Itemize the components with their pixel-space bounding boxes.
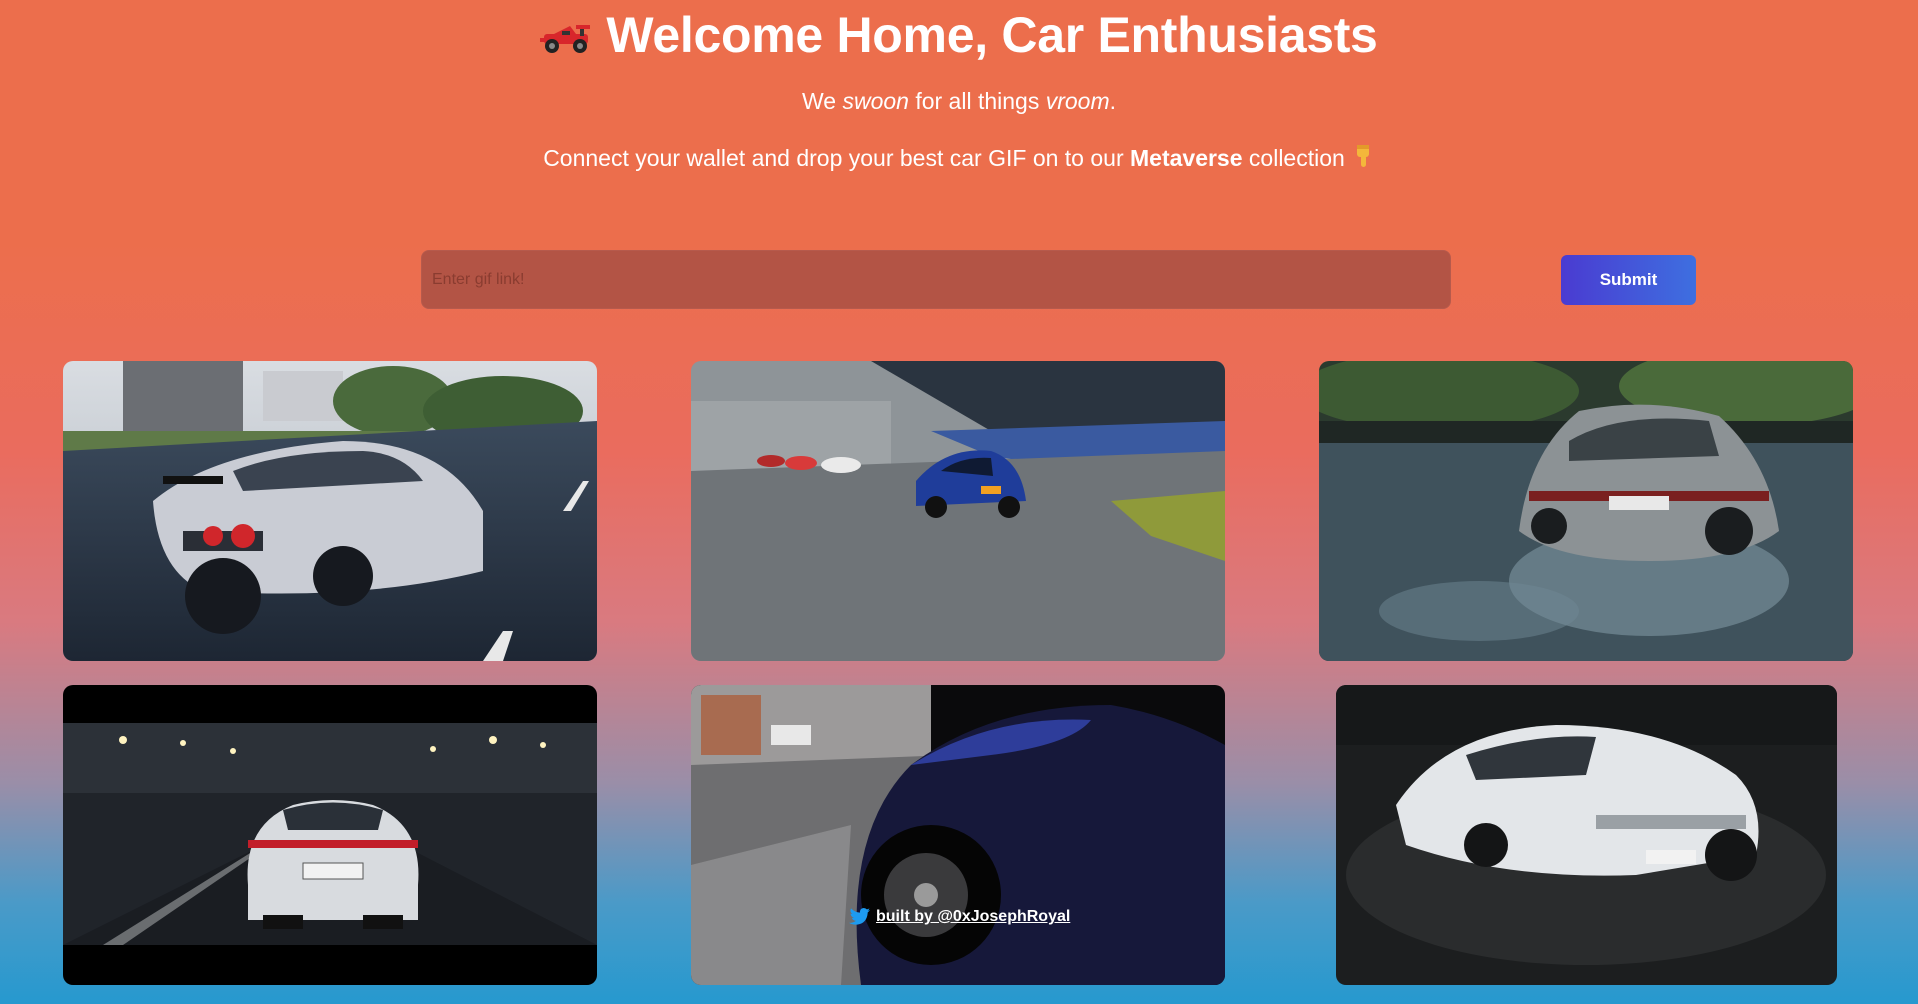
car-gif-image bbox=[1336, 685, 1837, 985]
submit-button[interactable]: Submit bbox=[1561, 255, 1696, 305]
gif-link-input[interactable] bbox=[421, 250, 1451, 309]
gif-tile-3 bbox=[1319, 361, 1853, 661]
gif-submit-form: Submit bbox=[421, 250, 1696, 311]
race-car-icon bbox=[540, 24, 591, 53]
tagline-vroom: vroom bbox=[1045, 88, 1110, 114]
page-title: Welcome Home, Car Enthusiasts bbox=[0, 8, 1918, 63]
gif-tile-2 bbox=[691, 361, 1225, 661]
twitter-icon bbox=[848, 908, 870, 925]
metaverse-label: Metaverse bbox=[1130, 145, 1243, 171]
description: Connect your wallet and drop your best c… bbox=[0, 143, 1918, 173]
car-gif-image bbox=[63, 685, 597, 985]
car-gif-image bbox=[691, 361, 1225, 661]
tagline-swoon: swoon bbox=[842, 88, 909, 114]
gif-tile-4 bbox=[63, 685, 597, 985]
car-gif-image bbox=[63, 361, 597, 661]
title-text: Welcome Home, Car Enthusiasts bbox=[606, 7, 1378, 63]
gif-tile-6 bbox=[1336, 685, 1837, 985]
pointing-down-icon bbox=[1356, 145, 1369, 167]
gif-tile-1 bbox=[63, 361, 597, 661]
car-gif-image bbox=[691, 685, 1225, 985]
footer-credit: built by @0xJosephRoyal bbox=[848, 904, 1070, 930]
car-gif-image bbox=[1319, 361, 1853, 661]
twitter-handle-link[interactable]: built by @0xJosephRoyal bbox=[876, 908, 1070, 926]
tagline: We swoon for all things vroom. bbox=[801, 88, 1117, 114]
gif-tile-5 bbox=[691, 685, 1225, 985]
